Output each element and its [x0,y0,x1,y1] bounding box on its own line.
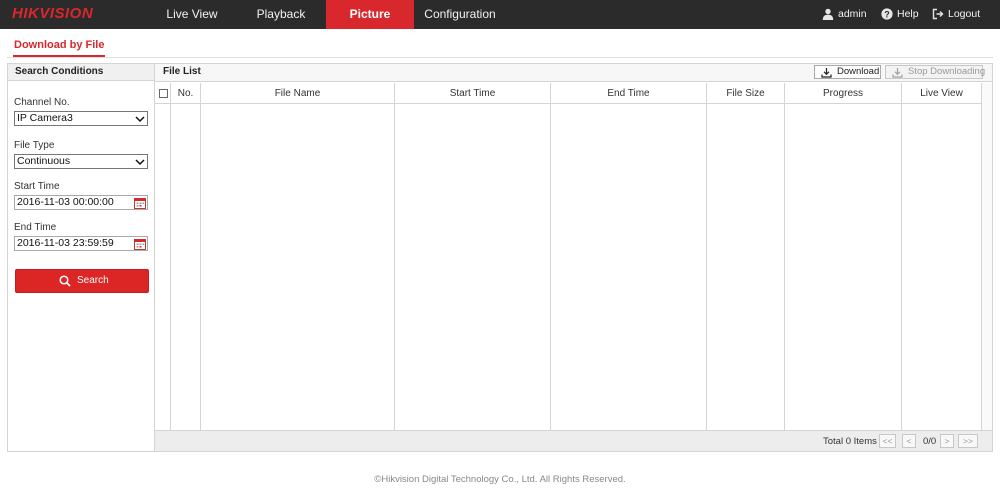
end-time-input[interactable]: 2016-11-03 23:59:59 [14,236,148,251]
search-button[interactable]: Search [15,269,149,293]
first-page-button[interactable]: << [879,434,896,448]
nav-live-view[interactable]: Live View [154,0,230,29]
channel-select-value: IP Camera3 [17,112,73,124]
total-items-label: Total 0 Items [823,436,877,447]
column-divider [784,104,785,430]
search-conditions-panel: Search Conditions Channel No. IP Camera3… [7,63,155,452]
chevron-down-icon [135,116,145,123]
download-icon [821,68,832,78]
help-icon: ? [881,8,893,20]
top-navigation-bar: HIKVISION Live View Playback Picture Con… [0,0,1000,29]
previous-page-button[interactable]: < [902,434,916,448]
stop-download-icon [892,68,903,78]
nav-configuration[interactable]: Configuration [420,0,500,29]
search-icon [59,275,71,287]
column-divider [170,104,171,430]
file-type-select[interactable]: Continuous [14,154,148,169]
pagination-bar: Total 0 Items << < 0/0 > >> [155,430,992,451]
column-file-name: File Name [201,83,395,104]
column-divider [550,104,551,430]
file-list-panel: File List Download Stop Downloading No. … [154,63,993,452]
column-end-time: End Time [551,83,707,104]
nav-picture[interactable]: Picture [326,0,414,29]
end-time-label: End Time [14,222,57,233]
logout-link[interactable]: Logout [932,0,982,29]
logout-label: Logout [948,8,981,20]
select-all-column [155,83,171,104]
logout-icon [932,8,944,20]
channel-label: Channel No. [14,97,70,108]
column-no: No. [171,83,201,104]
file-type-label: File Type [14,140,55,151]
download-button-label: Download [837,66,880,77]
stop-downloading-button[interactable]: Stop Downloading [885,65,986,79]
start-time-label: Start Time [14,181,60,192]
page-indicator: 0/0 [923,436,937,447]
select-all-checkbox[interactable] [159,89,168,98]
next-page-button[interactable]: > [940,434,954,448]
nav-playback[interactable]: Playback [244,0,318,29]
channel-select[interactable]: IP Camera3 [14,111,148,126]
stop-downloading-label: Stop Downloading [908,66,986,77]
column-divider [394,104,395,430]
help-label: Help [897,8,919,20]
calendar-icon[interactable] [134,197,146,209]
last-page-button[interactable]: >> [958,434,978,448]
file-list-title: File List [163,66,201,77]
help-link[interactable]: ? Help [881,0,921,29]
calendar-icon[interactable] [134,238,146,250]
column-start-time: Start Time [395,83,551,104]
search-conditions-title: Search Conditions [8,64,154,81]
column-divider [901,104,902,430]
file-table-header: No. File Name Start Time End Time File S… [155,83,981,104]
download-button[interactable]: Download [814,65,881,79]
end-time-value: 2016-11-03 23:59:59 [17,237,114,249]
column-live-view: Live View [920,88,963,99]
table-scrollbar-track[interactable] [981,83,992,430]
copyright-footer: ©Hikvision Digital Technology Co., Ltd. … [374,474,626,485]
file-type-select-value: Continuous [17,155,71,167]
hikvision-logo: HIKVISION [12,5,94,22]
svg-text:?: ? [884,9,890,19]
search-button-label: Search [77,275,109,286]
column-divider [706,104,707,430]
subtab-divider [7,57,993,58]
column-divider [200,104,201,430]
chevron-down-icon [135,159,145,166]
user-icon [822,8,834,20]
user-admin-link[interactable]: admin [822,0,872,29]
start-time-input[interactable]: 2016-11-03 00:00:00 [14,195,148,210]
tab-download-by-file[interactable]: Download by File [13,36,106,57]
column-file-size: File Size [707,83,785,104]
user-name-label: admin [838,8,867,20]
file-list-header: File List Download Stop Downloading [155,64,992,82]
start-time-value: 2016-11-03 00:00:00 [17,196,114,208]
column-progress: Progress [785,83,902,104]
